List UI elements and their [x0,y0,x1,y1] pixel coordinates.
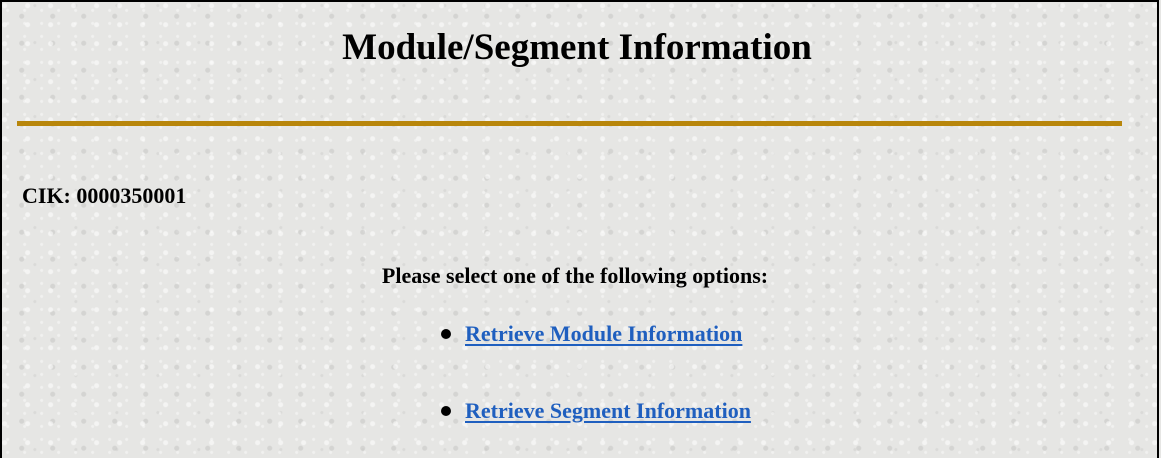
bullet-icon [441,328,451,339]
cik-line: CIK: 0000350001 [22,182,186,210]
retrieve-segment-link[interactable]: Retrieve Segment Information [465,398,751,423]
options-prompt: Please select one of the following optio… [381,263,769,288]
page-title: Module/Segment Information [342,27,812,68]
cik-value: 0000350001 [76,183,187,208]
cik-label: CIK: [22,183,71,208]
header-divider [17,121,1122,126]
option-item-retrieve-segment: Retrieve Segment Information [441,397,751,425]
bullet-icon [441,405,451,416]
retrieve-module-link[interactable]: Retrieve Module Information [465,321,742,346]
option-item-retrieve-module: Retrieve Module Information [441,320,742,348]
